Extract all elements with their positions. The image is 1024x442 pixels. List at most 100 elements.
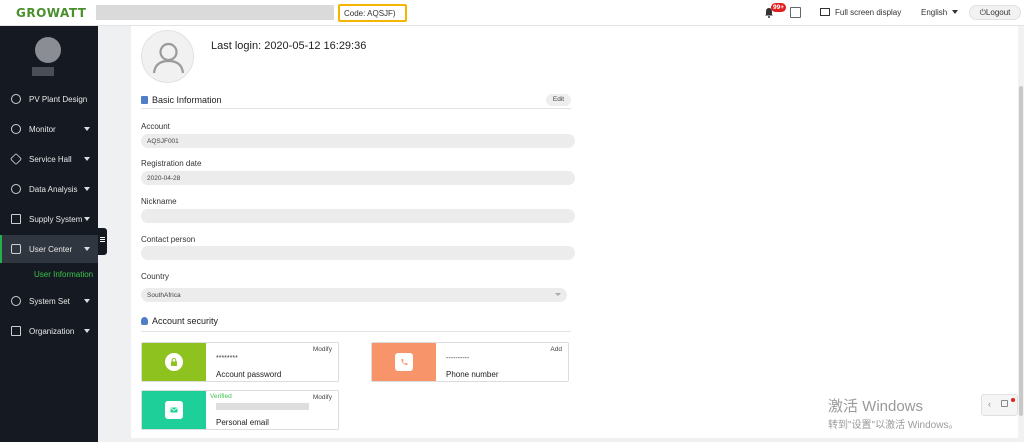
sidebar-item-user-center[interactable]: User Center [0,235,98,263]
phone-icon [395,353,413,371]
notification-badge: 99+ [771,3,787,12]
top-bar: GROWATT Code: AQSJF) 99+ Full screen dis… [0,0,1024,26]
windows-activation-watermark: 激活 Windows [828,398,924,415]
contact-person-field[interactable] [141,246,575,260]
modify-email-button[interactable]: Modify [313,394,332,401]
sidebar-item-pv-plant-design[interactable]: PV Plant Design [0,85,98,113]
country-value: SouthAfrica [147,292,181,299]
envelope-icon [165,401,183,419]
user-avatar[interactable] [35,37,61,63]
registration-date-field[interactable]: 2020-04-28 [141,171,575,185]
chevron-down-icon [84,187,90,191]
redacted-email-value [216,403,309,410]
gear-icon [11,296,21,306]
chevron-down-icon [84,217,90,221]
sidebar-item-data-analysis[interactable]: Data Analysis [0,175,98,203]
country-select[interactable]: SouthAfrica [141,288,567,302]
sidebar-item-service-hall[interactable]: Service Hall [0,145,98,173]
growatt-logo[interactable]: GROWATT [16,6,87,20]
account-security-title: Account security [141,316,218,326]
sidebar-item-label: Data Analysis [29,185,78,194]
email-label: Personal email [216,418,269,427]
phone-value: ---------- [446,355,470,362]
user-shield-icon [141,317,148,325]
sidebar: PV Plant Design Monitor Service Hall Dat… [0,26,98,442]
phone-icon-panel [372,343,436,381]
section-title-label: Basic Information [152,95,222,105]
org-icon [11,326,21,336]
fullscreen-button[interactable]: Full screen display [820,8,901,17]
chevron-down-icon [84,157,90,161]
sidebar-item-label: User Center [29,245,73,254]
personal-email-card: Verified Modify Personal email [141,390,339,430]
windows-activation-hint: 转到"设置"以激活 Windows。 [828,420,959,431]
modify-password-button[interactable]: Modify [313,346,332,353]
scroll-thumb[interactable] [1019,86,1023,416]
nickname-label: Nickname [141,197,177,206]
chevron-down-icon [84,247,90,251]
language-label: English [921,8,948,17]
lock-icon [165,353,183,371]
account-field[interactable]: AQSJF001 [141,134,575,148]
chevron-down-icon [555,293,561,296]
sidebar-item-monitor[interactable]: Monitor [0,115,98,143]
phone-label: Phone number [446,370,499,379]
divider [141,108,571,109]
sidebar-subitem-user-information[interactable]: User Information [34,270,93,279]
sidebar-item-label: PV Plant Design [29,95,88,104]
side-tool-panel[interactable]: ‹ [981,394,1018,416]
alert-dot-icon [1011,398,1015,402]
user-icon [11,244,21,254]
section-title-label: Account security [152,316,219,326]
country-label: Country [141,272,170,281]
sidebar-item-label: Service Hall [29,155,72,164]
monitor-icon [820,8,830,16]
document-icon [141,96,148,104]
chevron-left-icon: ‹ [988,399,991,409]
hamburger-icon [100,237,105,238]
leaf-icon [11,94,21,104]
monitor-icon [11,124,21,134]
scrollbar[interactable] [1018,26,1024,442]
last-login-text: Last login: 2020-05-12 16:29:36 [211,40,367,52]
password-label: Account password [216,370,282,379]
logout-label: Logout [985,8,1011,17]
nickname-field[interactable] [141,209,575,223]
sidebar-item-supply-system[interactable]: Supply System [0,205,98,233]
add-phone-button[interactable]: Add [550,346,562,353]
envelope-icon-panel [142,391,206,429]
chevron-down-icon [84,299,90,303]
sidebar-item-organization[interactable]: Organization [0,317,98,345]
registration-date-label: Registration date [141,159,202,168]
user-silhouette-icon [152,42,185,74]
speaker-icon [1001,400,1008,407]
basic-information-title: Basic Information [141,95,222,105]
contact-person-label: Contact person [141,235,196,244]
profile-avatar[interactable] [141,30,194,83]
sidebar-item-system-set[interactable]: System Set [0,287,98,315]
chevron-down-icon [84,329,90,333]
sidebar-item-label: System Set [29,297,70,306]
account-label: Account [141,122,170,131]
password-value: ******** [216,355,238,362]
sidebar-item-label: Organization [29,327,75,336]
redacted-username [32,67,54,76]
redacted-plant-name [96,5,334,20]
sidebar-item-label: Supply System [29,215,83,224]
supply-icon [11,214,21,224]
chevron-down-icon [952,10,959,14]
diamond-icon [9,152,23,166]
exit-fullscreen-icon[interactable] [790,7,801,18]
language-select[interactable]: English [921,8,959,17]
phone-number-card: Add ---------- Phone number [371,342,569,382]
edit-button[interactable]: Edit [546,94,571,106]
lock-icon-panel [142,343,206,381]
sidebar-item-label: Monitor [29,125,56,134]
divider [141,331,571,332]
pie-chart-icon [11,184,21,194]
code-label: Code: AQSJF) [338,4,407,22]
account-password-card: Modify ******** Account password [141,342,339,382]
verified-status: Verified [210,393,232,400]
logout-button[interactable]: ⏻Logout [969,5,1021,20]
sidebar-collapse-toggle[interactable] [98,228,107,255]
